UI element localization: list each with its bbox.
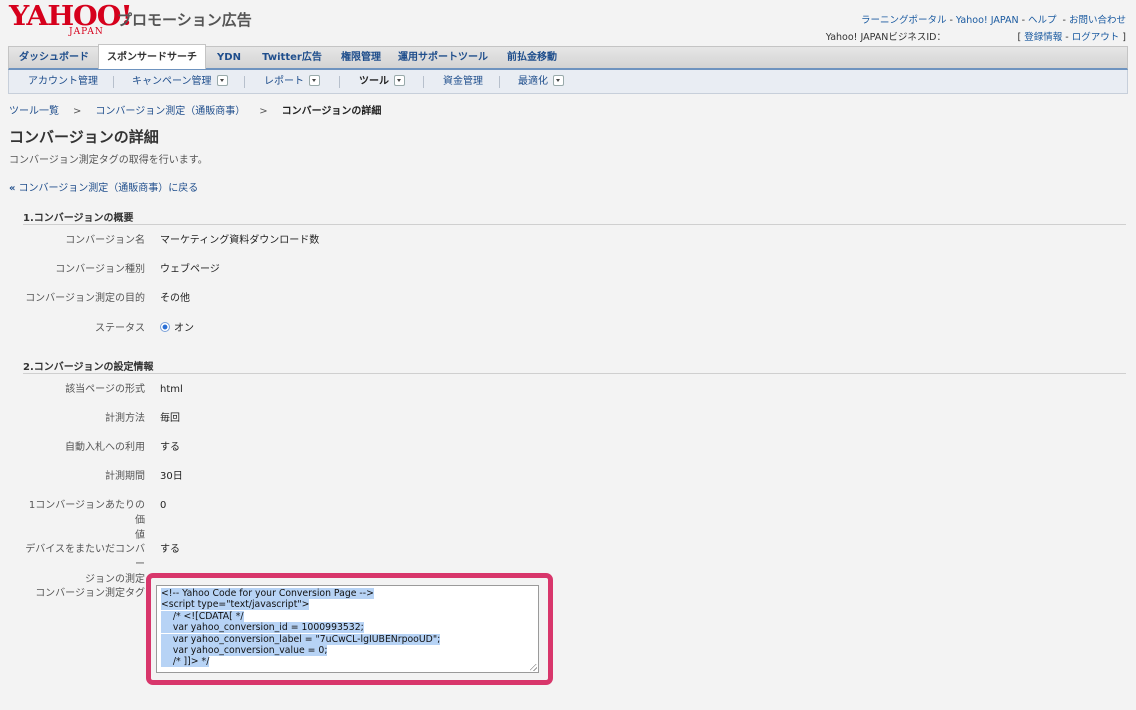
value-per-conversion-label: 1コンバージョンあたりの価値	[20, 498, 145, 543]
chevron-down-icon[interactable]	[309, 74, 320, 86]
breadcrumb-conversion-measurement[interactable]: コンバージョン測定（通販商事）	[95, 106, 245, 117]
subnav-tools[interactable]: ツール	[359, 70, 405, 93]
account-links: [ 登録情報 - ログアウト ]	[1017, 32, 1126, 43]
code-line: var yahoo_conversion_id = 1000993532;	[161, 622, 364, 634]
chevron-down-icon[interactable]	[553, 74, 564, 86]
section-overview-title: 1.コンバージョンの概要	[23, 209, 1126, 225]
value-per-conversion-value: 0	[160, 500, 167, 511]
breadcrumb: ツール一覧 > コンバージョン測定（通販商事） > コンバージョンの詳細	[9, 102, 381, 117]
breadcrumb-current: コンバージョンの詳細	[281, 106, 382, 117]
code-line: var yahoo_conversion_value = 0;	[161, 645, 328, 657]
back-link-label: コンバージョン測定（通販商事）に戻る	[18, 183, 199, 194]
subnav-divider	[113, 76, 114, 88]
subnav-label: アカウント管理	[28, 76, 98, 87]
cross-device-label: デバイスをまたいだコンバージョンの測定	[20, 542, 145, 587]
status-on-radio[interactable]	[160, 322, 170, 332]
tab-permissions[interactable]: 権限管理	[332, 47, 390, 69]
auto-bidding-label: 自動入札への利用	[65, 442, 145, 453]
contact-link[interactable]: お問い合わせ	[1069, 15, 1126, 26]
status-value: オン	[160, 321, 194, 336]
subnav-label: 最適化	[518, 76, 548, 87]
page-description: コンバージョン測定タグの取得を行います。	[9, 155, 208, 166]
subnav-optimization[interactable]: 最適化	[518, 70, 564, 93]
registration-info-link[interactable]: 登録情報	[1024, 32, 1062, 43]
code-line: var yahoo_conversion_label = "7uCwCL-lgI…	[161, 633, 441, 645]
product-name: プロモーション広告	[117, 11, 252, 29]
tab-sponsored-search[interactable]: スポンサードサーチ	[98, 44, 206, 69]
subnav-divider	[244, 76, 245, 88]
learning-portal-link[interactable]: ラーニングポータル	[861, 15, 947, 26]
logout-link[interactable]: ログアウト	[1072, 32, 1120, 43]
breadcrumb-tools-list[interactable]: ツール一覧	[9, 106, 59, 117]
conversion-name-label: コンバージョン名	[65, 235, 145, 246]
status-label: ステータス	[95, 323, 145, 334]
subnav-report[interactable]: レポート	[264, 70, 320, 93]
chevron-down-icon[interactable]	[216, 74, 228, 86]
conversion-tag-label: コンバージョン測定タグ	[35, 588, 145, 599]
header-links: ラーニングポータル - Yahoo! JAPAN - ヘルプ - お問い合わせ	[860, 15, 1126, 26]
page-format-value: html	[160, 384, 183, 395]
help-link[interactable]: ヘルプ	[1028, 15, 1057, 26]
label-line: デバイスをまたいだコンバー	[25, 544, 145, 570]
measurement-method-label: 計測方法	[105, 413, 145, 424]
logo-sub: JAPAN	[69, 27, 104, 37]
subnav-funds-management[interactable]: 資金管理	[443, 70, 483, 93]
auto-bidding-value: する	[160, 442, 180, 453]
code-line: <!-- Yahoo Code for your Conversion Page…	[161, 588, 374, 599]
main-nav: ダッシュボード スポンサードサーチ YDN Twitter広告 権限管理 運用サ…	[8, 44, 1128, 70]
code-line: <script type="text/javascript">	[161, 599, 310, 611]
tab-twitter-ads[interactable]: Twitter広告	[252, 47, 332, 69]
back-link[interactable]: «コンバージョン測定（通販商事）に戻る	[9, 179, 198, 194]
chevron-left-icon: «	[9, 183, 16, 194]
subnav-label: レポート	[264, 76, 304, 87]
label-line: 1コンバージョンあたりの価	[28, 500, 145, 526]
tab-support-tools[interactable]: 運用サポートツール	[390, 47, 496, 69]
cross-device-value: する	[160, 544, 180, 555]
tab-dashboard[interactable]: ダッシュボード	[9, 47, 99, 69]
tab-ydn[interactable]: YDN	[206, 47, 252, 69]
label-line: 値	[135, 530, 145, 541]
sub-nav: アカウント管理 キャンペーン管理 レポート ツール 資金管理 最適化	[8, 70, 1128, 94]
label-line: ジョンの測定	[85, 574, 145, 585]
measurement-period-label: 計測期間	[105, 471, 145, 482]
subnav-campaign-management[interactable]: キャンペーン管理	[132, 70, 228, 93]
conversion-type-label: コンバージョン種別	[55, 264, 145, 275]
measurement-method-value: 毎回	[160, 413, 180, 424]
code-line: /* <![CDATA[ */	[161, 610, 244, 622]
page-format-label: 該当ページの形式	[65, 384, 145, 395]
tab-prepayment-transfer[interactable]: 前払金移動	[496, 47, 568, 69]
subnav-account-management[interactable]: アカウント管理	[28, 70, 98, 93]
header: YAHOO! JAPAN プロモーション広告 ラーニングポータル - Yahoo! …	[0, 0, 1136, 46]
subnav-divider	[499, 76, 500, 88]
conversion-purpose-label: コンバージョン測定の目的	[25, 293, 145, 304]
subnav-label: 資金管理	[443, 76, 483, 87]
subnav-divider	[339, 76, 340, 88]
subnav-label: ツール	[359, 76, 389, 87]
code-line: /* ]]> */	[161, 656, 210, 668]
measurement-period-value: 30日	[160, 471, 183, 482]
breadcrumb-separator: >	[259, 106, 268, 117]
breadcrumb-separator: >	[73, 106, 82, 117]
page-title: コンバージョンの詳細	[9, 128, 159, 146]
conversion-purpose-value: その他	[160, 293, 190, 304]
yahoo-japan-link[interactable]: Yahoo! JAPAN	[956, 15, 1019, 26]
conversion-name-value: マーケティング資料ダウンロード数	[160, 235, 320, 246]
business-id-label: Yahoo! JAPANビジネスID：	[825, 32, 946, 43]
conversion-type-value: ウェブページ	[160, 264, 220, 275]
subnav-divider	[423, 76, 424, 88]
status-on-label: オン	[174, 323, 194, 334]
section-settings-title: 2.コンバージョンの設定情報	[23, 358, 1126, 374]
subnav-label: キャンペーン管理	[132, 76, 212, 87]
yahoo-japan-logo[interactable]: YAHOO! JAPAN	[9, 3, 133, 38]
conversion-tag-textarea[interactable]: <!-- Yahoo Code for your Conversion Page…	[156, 585, 539, 673]
chevron-down-icon[interactable]	[394, 74, 405, 86]
header-id-row: Yahoo! JAPANビジネスID： [ 登録情報 - ログアウト ]	[826, 29, 1126, 43]
resize-grip-icon[interactable]	[530, 664, 537, 671]
